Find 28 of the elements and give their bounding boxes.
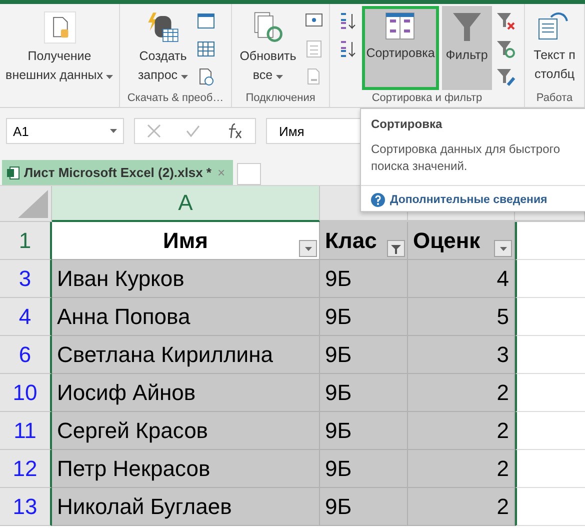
- group-label: Скачать & преоб…: [127, 91, 224, 106]
- table-cell: 9Б: [320, 260, 408, 298]
- table-cell: 9Б: [320, 298, 408, 336]
- table-cell: 9Б: [320, 488, 408, 526]
- group-label: Работа: [536, 91, 573, 106]
- table-cell: Светлана Кириллина: [52, 336, 320, 374]
- table-cell: 9Б: [320, 336, 408, 374]
- table-cell: Николай Буглаев: [52, 488, 320, 526]
- table-cell: Петр Некрасов: [52, 450, 320, 488]
- table-cell: 9Б: [320, 450, 408, 488]
- table-cell: 9Б: [320, 374, 408, 412]
- table-cell: 3: [408, 336, 515, 374]
- group-label: Сортировка и фильтр: [372, 91, 482, 106]
- group-label: Подключения: [246, 91, 316, 106]
- table-cell: Иван Курков: [52, 260, 320, 298]
- table-cell: 9Б: [320, 412, 408, 450]
- table-cell: Иосиф Айнов: [52, 374, 320, 412]
- workbook-name: Лист Microsoft Excel (2).xlsx *: [24, 165, 212, 180]
- tooltip-title: Сортировка: [371, 117, 444, 131]
- tooltip-description: Сортировка данных для быстрого поиска значений.: [371, 141, 562, 175]
- table-cell: 2: [408, 488, 515, 526]
- table-cell: Сергей Красов: [52, 412, 320, 450]
- table-cell: 5: [408, 298, 515, 336]
- table-cell: 4: [408, 260, 515, 298]
- table-cell: 2: [408, 374, 515, 412]
- table-cell: 2: [408, 450, 515, 488]
- table-cell: 2: [408, 412, 515, 450]
- table-cell: Анна Попова: [52, 298, 320, 336]
